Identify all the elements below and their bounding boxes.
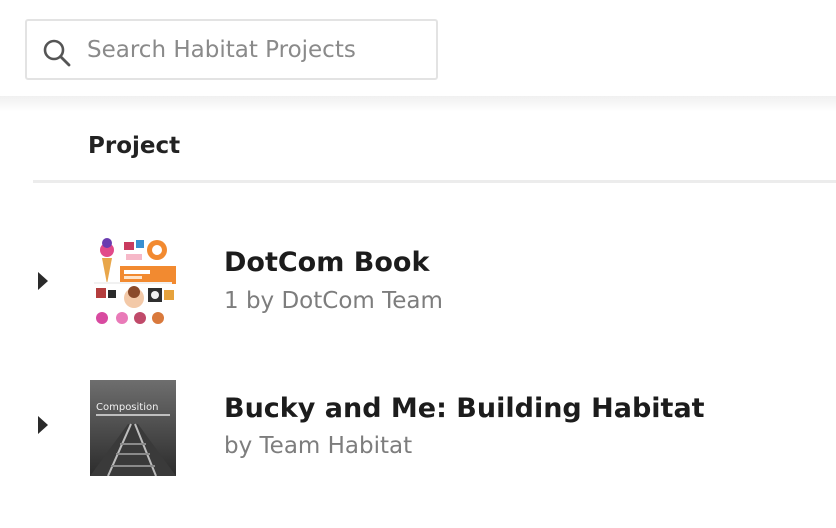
project-thumbnail[interactable]: Composition <box>90 380 176 476</box>
search-icon <box>43 39 71 67</box>
table-row[interactable]: Composition Bucky and Me: Building Habit… <box>0 370 836 490</box>
table-row[interactable]: DotCom Book 1 by DotCom Team <box>0 222 836 342</box>
projects-page: Project <box>0 0 836 528</box>
project-title[interactable]: Bucky and Me: Building Habitat <box>224 392 705 426</box>
project-title[interactable]: DotCom Book <box>224 246 429 280</box>
project-meta: 1 by DotCom Team <box>224 288 443 314</box>
header-shadow <box>0 96 836 112</box>
caret-right-icon[interactable] <box>36 414 50 436</box>
caret-right-icon[interactable] <box>36 270 50 292</box>
column-header-project[interactable]: Project <box>88 131 180 161</box>
search-input[interactable] <box>87 30 427 70</box>
header-divider <box>33 180 836 183</box>
book-cover-collage-image <box>90 232 176 328</box>
cover-title: Composition <box>96 402 158 413</box>
project-meta: by Team Habitat <box>224 433 413 459</box>
book-cover-railroad-image: Composition <box>90 380 176 476</box>
project-thumbnail[interactable] <box>90 232 176 328</box>
search-box[interactable] <box>25 19 438 80</box>
